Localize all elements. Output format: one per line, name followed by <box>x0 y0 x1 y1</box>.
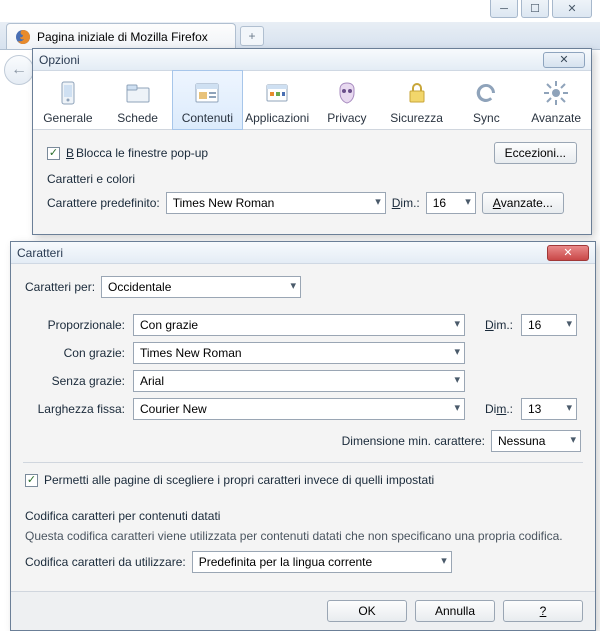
min-size-label: Dimensione min. carattere: <box>342 434 485 448</box>
serif-select[interactable]: Times New Roman <box>133 342 465 364</box>
category-generale[interactable]: Generale <box>33 71 103 129</box>
new-tab-button[interactable]: + <box>240 26 264 46</box>
fonts-for-label: Caratteri per: <box>25 280 95 294</box>
default-font-select[interactable]: Times New Roman <box>166 192 386 214</box>
fonts-dialog: Caratteri ✕ Caratteri per: Occidentale P… <box>10 241 596 631</box>
fonts-title: Caratteri <box>17 246 547 260</box>
encoding-help: Questa codifica caratteri viene utilizza… <box>25 529 581 543</box>
fonts-close-button[interactable]: ✕ <box>547 245 589 261</box>
ok-button[interactable]: OK <box>327 600 407 622</box>
general-icon <box>52 77 84 109</box>
content-icon <box>191 77 223 109</box>
browser-tabstrip: Pagina iniziale di Mozilla Firefox + <box>0 22 600 50</box>
sync-icon <box>470 77 502 109</box>
proportional-size-select[interactable]: 16 <box>521 314 577 336</box>
cancel-button[interactable]: Annulla <box>415 600 495 622</box>
category-sync[interactable]: Sync <box>452 71 522 129</box>
category-contenuti[interactable]: Contenuti <box>172 70 244 130</box>
prop-dim-label: Dim.: <box>473 318 513 332</box>
privacy-icon <box>331 77 363 109</box>
block-popup-checkbox[interactable] <box>47 147 60 160</box>
mono-dim-label: Dim.: <box>473 402 513 416</box>
dim-label: Dim.: <box>392 196 420 210</box>
exceptions-button[interactable]: Eccezioni... <box>494 142 577 164</box>
firefox-icon <box>15 29 31 45</box>
default-font-label: Carattere predefinito: <box>47 196 160 210</box>
security-icon <box>401 77 433 109</box>
options-body: B document.currentScript.previousElement… <box>33 130 591 234</box>
category-applicazioni[interactable]: Applicazioni <box>242 71 312 129</box>
options-close-button[interactable]: ✕ <box>543 52 585 68</box>
category-avanzate[interactable]: Avanzate <box>521 71 591 129</box>
fonts-button-row: OK Annulla ? <box>11 591 595 630</box>
default-font-size-select[interactable]: 16 <box>426 192 476 214</box>
fonts-colors-section: Caratteri e colori <box>47 172 577 186</box>
nav-back-button[interactable]: ← <box>4 55 34 85</box>
category-sicurezza[interactable]: Sicurezza <box>382 71 452 129</box>
proportional-label: Proporzionale: <box>25 318 125 332</box>
fonts-titlebar: Caratteri ✕ <box>11 242 595 264</box>
sans-select[interactable]: Arial <box>133 370 465 392</box>
proportional-select[interactable]: Con grazie <box>133 314 465 336</box>
window-close-button[interactable]: ✕ <box>552 0 592 18</box>
window-maximize-button[interactable]: ☐ <box>521 0 549 18</box>
allow-pages-checkbox[interactable] <box>25 474 38 487</box>
tabs-icon <box>122 77 154 109</box>
applications-icon <box>261 77 293 109</box>
encoding-label: Codifica caratteri da utilizzare: <box>25 555 186 569</box>
options-category-row: Generale Schede Contenuti Applicazioni P… <box>33 71 591 130</box>
encoding-section: Codifica caratteri per contenuti datati <box>25 509 581 523</box>
encoding-select[interactable]: Predefinita per la lingua corrente <box>192 551 452 573</box>
block-popup-label: B <box>66 146 74 160</box>
window-minimize-button[interactable]: ─ <box>490 0 518 18</box>
options-title: Opzioni <box>39 53 543 67</box>
advanced-icon <box>540 77 572 109</box>
min-size-select[interactable]: Nessuna <box>491 430 581 452</box>
help-button[interactable]: ? <box>503 600 583 622</box>
fonts-body: Caratteri per: Occidentale Proporzionale… <box>11 264 595 591</box>
options-titlebar: Opzioni ✕ <box>33 49 591 71</box>
mono-select[interactable]: Courier New <box>133 398 465 420</box>
sans-label: Senza grazie: <box>25 374 125 388</box>
fonts-advanced-button[interactable]: Avanzate... <box>482 192 564 214</box>
mono-size-select[interactable]: 13 <box>521 398 577 420</box>
options-dialog: Opzioni ✕ Generale Schede Contenuti Appl… <box>32 48 592 235</box>
window-controls: ─ ☐ ✕ <box>490 0 592 18</box>
tab-title: Pagina iniziale di Mozilla Firefox <box>37 30 208 44</box>
mono-label: Larghezza fissa: <box>25 402 125 416</box>
category-privacy[interactable]: Privacy <box>312 71 382 129</box>
serif-label: Con grazie: <box>25 346 125 360</box>
browser-tab[interactable]: Pagina iniziale di Mozilla Firefox <box>6 23 236 49</box>
category-schede[interactable]: Schede <box>103 71 173 129</box>
block-popup-label-text: Blocca le finestre pop-up <box>76 146 208 160</box>
allow-pages-label: Permetti alle pagine di scegliere i prop… <box>44 473 434 487</box>
fonts-for-select[interactable]: Occidentale <box>101 276 301 298</box>
fonts-grid: Proporzionale: Con grazie Dim.: 16 Con g… <box>25 314 581 420</box>
